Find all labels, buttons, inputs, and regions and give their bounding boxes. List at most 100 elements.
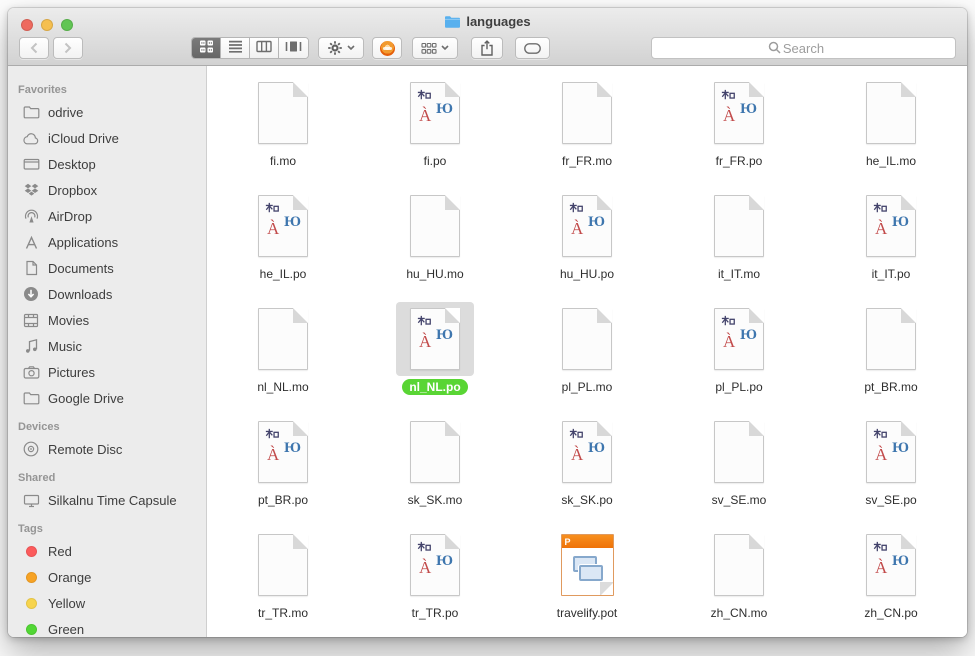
file-item-pt-br-mo[interactable]: pt_BR.mo [815,300,967,413]
file-item-sk-sk-po[interactable]: ÀЮsk_SK.po [511,413,663,526]
po-file-icon: ÀЮ [852,189,930,263]
movies-icon [22,311,40,329]
coverflow-view-button[interactable] [279,38,308,58]
folder-icon [22,389,40,407]
file-item-it-it-po[interactable]: ÀЮit_IT.po [815,187,967,300]
dropbox-icon [22,181,40,199]
forward-button[interactable] [53,37,83,59]
file-item-fr-fr-po[interactable]: ÀЮfr_FR.po [663,74,815,187]
file-item-it-it-mo[interactable]: it_IT.mo [663,187,815,300]
sidebar-section-title: Tags [8,513,206,538]
file-item-zh-cn-mo[interactable]: zh_CN.mo [663,526,815,637]
sidebar-item-label: Remote Disc [48,442,122,457]
file-item-tr-tr-po[interactable]: ÀЮtr_TR.po [359,526,511,637]
latin-glyph: À [571,220,583,237]
titlebar: languages [8,14,967,29]
sidebar-item-odrive[interactable]: odrive [8,99,206,125]
file-name: fr_FR.mo [555,153,619,169]
file-item-pl-pl-po[interactable]: ÀЮ pl_PL.po [663,300,815,413]
file-item-fi-po[interactable]: ÀЮfi.po [359,74,511,187]
cyrillic-glyph: Ю [284,215,301,230]
sidebar-item-yellow[interactable]: Yellow [8,590,206,616]
latin-glyph: À [723,333,735,350]
sidebar-item-label: Applications [48,235,118,250]
chevron-left-icon [29,42,39,54]
sidebar-item-google-drive[interactable]: Google Drive [8,385,206,411]
file-item-sk-sk-mo[interactable]: sk_SK.mo [359,413,511,526]
mo-file-icon [548,302,626,376]
sidebar-item-label: Movies [48,313,89,328]
file-item-sv-se-mo[interactable]: sv_SE.mo [663,413,815,526]
gear-icon [327,40,343,56]
chevron-down-icon [441,45,449,51]
share-button[interactable] [471,37,503,59]
file-item-zh-cn-po[interactable]: ÀЮzh_CN.po [815,526,967,637]
sidebar-item-orange[interactable]: Orange [8,564,206,590]
file-item-nl-nl-mo[interactable]: nl_NL.mo [207,300,359,413]
cyrillic-glyph: Ю [892,215,909,230]
sidebar-item-applications[interactable]: Applications [8,229,206,255]
mo-file-icon [700,189,778,263]
sidebar-item-desktop[interactable]: Desktop [8,151,206,177]
file-item-hu-hu-po[interactable]: ÀЮhu_HU.po [511,187,663,300]
display-icon [22,491,40,509]
file-item-pl-pl-mo[interactable]: pl_PL.mo [511,300,663,413]
folder-icon [22,103,40,121]
file-item-hu-hu-mo[interactable]: hu_HU.mo [359,187,511,300]
sidebar-item-remote-disc[interactable]: Remote Disc [8,436,206,462]
back-button[interactable] [19,37,49,59]
cyrillic-glyph: Ю [892,441,909,456]
file-name: fi.po [417,153,454,169]
arrange-menu-button[interactable] [412,37,458,59]
sidebar-item-label: odrive [48,105,83,120]
sidebar-item-airdrop[interactable]: AirDrop [8,203,206,229]
file-item-pt-br-po[interactable]: ÀЮpt_BR.po [207,413,359,526]
tags-button[interactable] [515,37,550,59]
sidebar-item-music[interactable]: Music [8,333,206,359]
sidebar-item-documents[interactable]: Documents [8,255,206,281]
file-name: fr_FR.po [709,153,770,169]
sidebar-item-icloud-drive[interactable]: iCloud Drive [8,125,206,151]
share-icon [480,40,494,56]
odrive-toolbar-button[interactable] [372,37,402,59]
file-item-fi-mo[interactable]: fi.mo [207,74,359,187]
tag-dot-icon [22,542,40,560]
file-item-he-il-mo[interactable]: he_IL.mo [815,74,967,187]
file-item-nl-nl-po[interactable]: ÀЮnl_NL.po [359,300,511,413]
file-name: sk_SK.po [554,492,619,508]
cyrillic-glyph: Ю [892,554,909,569]
slide-graphic [579,565,603,581]
file-name: zh_CN.mo [704,605,775,621]
latin-glyph: À [571,446,583,463]
file-name: tr_TR.mo [251,605,315,621]
sidebar-item-silkalnu-time-capsule[interactable]: Silkalnu Time Capsule [8,487,206,513]
file-item-sv-se-po[interactable]: ÀЮsv_SE.po [815,413,967,526]
search-input[interactable] [651,37,956,59]
sidebar-item-label: Yellow [48,596,85,611]
file-item-travelify-pot[interactable]: Ptravelify.pot [511,526,663,637]
column-view-button[interactable] [250,38,279,58]
file-item-he-il-po[interactable]: ÀЮhe_IL.po [207,187,359,300]
sidebar-item-downloads[interactable]: Downloads [8,281,206,307]
file-name: pl_PL.po [708,379,769,395]
action-menu-button[interactable] [318,37,364,59]
cyrillic-glyph: Ю [740,102,757,117]
pictures-icon [22,363,40,381]
sidebar-item-green[interactable]: Green [8,616,206,637]
mo-file-icon [396,415,474,489]
file-name: it_IT.mo [711,266,767,282]
cloud-icon [22,129,40,147]
column-view-icon [256,40,272,56]
sidebar-item-dropbox[interactable]: Dropbox [8,177,206,203]
file-item-tr-tr-mo[interactable]: tr_TR.mo [207,526,359,637]
sidebar-item-movies[interactable]: Movies [8,307,206,333]
file-name: pt_BR.po [251,492,315,508]
list-view-button[interactable] [221,38,250,58]
po-file-icon: ÀЮ [700,302,778,376]
mo-file-icon [396,189,474,263]
icon-view-button[interactable] [192,38,221,58]
file-item-fr-fr-mo[interactable]: fr_FR.mo [511,74,663,187]
latin-glyph: À [419,107,431,124]
sidebar-item-red[interactable]: Red [8,538,206,564]
sidebar-item-pictures[interactable]: Pictures [8,359,206,385]
